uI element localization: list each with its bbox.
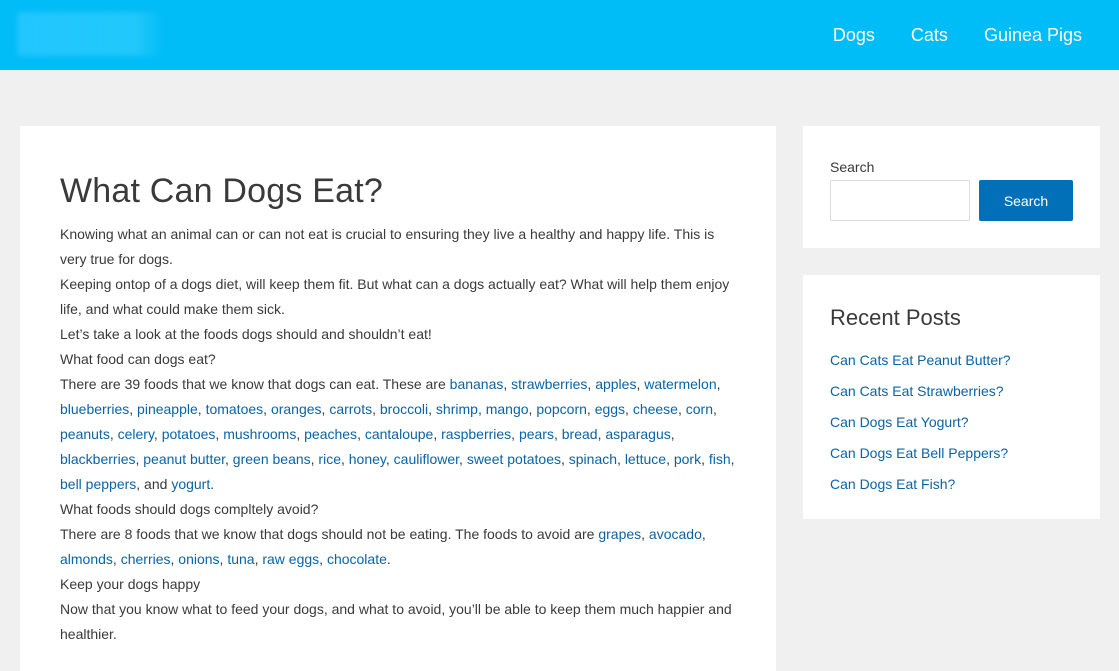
recent-post-link[interactable]: Can Cats Eat Peanut Butter? [830, 352, 1011, 368]
food-link[interactable]: sweet potatoes [467, 451, 561, 467]
food-link[interactable]: cantaloupe [365, 426, 434, 442]
intro-paragraph-3: Let’s take a look at the foods dogs shou… [60, 326, 432, 342]
can-eat-heading: What food can dogs eat? [60, 351, 216, 367]
recent-post-link[interactable]: Can Cats Eat Strawberries? [830, 383, 1004, 399]
food-link[interactable]: eggs [595, 401, 625, 417]
food-link[interactable]: bread [562, 426, 598, 442]
main-nav: Dogs Cats Guinea Pigs [797, 0, 1082, 70]
can-eat-food-links: bananas, strawberries, apples, watermelo… [60, 376, 735, 492]
avoid-intro: There are 8 foods that we know that dogs… [60, 526, 599, 542]
food-link[interactable]: bell peppers [60, 476, 136, 492]
intro-paragraph-1: Knowing what an animal can or can not ea… [60, 226, 715, 267]
article-card: What Can Dogs Eat? Knowing what an anima… [20, 126, 776, 671]
recent-posts-list: Can Cats Eat Peanut Butter? Can Cats Eat… [830, 345, 1073, 500]
site-header: Dogs Cats Guinea Pigs [0, 0, 1119, 70]
food-link[interactable]: broccoli [380, 401, 428, 417]
food-link[interactable]: green beans [233, 451, 311, 467]
search-widget: Search Search [803, 126, 1100, 248]
food-link[interactable]: honey [349, 451, 386, 467]
food-link[interactable]: oranges [271, 401, 322, 417]
food-link[interactable]: lettuce [625, 451, 666, 467]
search-button[interactable]: Search [979, 180, 1073, 221]
food-link[interactable]: asparagus [605, 426, 670, 442]
food-link[interactable]: spinach [569, 451, 617, 467]
food-link[interactable]: peanuts [60, 426, 110, 442]
outro-paragraph: Now that you know what to feed your dogs… [60, 601, 732, 642]
food-link[interactable]: avocado [649, 526, 702, 542]
food-link[interactable]: raw eggs [262, 551, 319, 567]
recent-post-link[interactable]: Can Dogs Eat Bell Peppers? [830, 445, 1008, 461]
article-title: What Can Dogs Eat? [60, 172, 383, 210]
can-eat-intro: There are 39 foods that we know that dog… [60, 376, 450, 392]
recent-post-link[interactable]: Can Dogs Eat Yogurt? [830, 414, 969, 430]
food-link[interactable]: mango [486, 401, 529, 417]
food-link[interactable]: pears [519, 426, 554, 442]
food-link[interactable]: pork [674, 451, 701, 467]
food-link[interactable]: raspberries [441, 426, 511, 442]
food-link[interactable]: carrots [329, 401, 372, 417]
food-link[interactable]: tomatoes [206, 401, 264, 417]
food-link[interactable]: pineapple [137, 401, 198, 417]
food-link[interactable]: cherries [121, 551, 171, 567]
recent-posts-title: Recent Posts [830, 305, 961, 330]
can-eat-paragraph: There are 39 foods that we know that dog… [60, 372, 740, 497]
food-link[interactable]: chocolate [327, 551, 387, 567]
avoid-heading: What foods should dogs compltely avoid? [60, 501, 319, 517]
food-link[interactable]: fish [709, 451, 731, 467]
food-link[interactable]: almonds [60, 551, 113, 567]
list-item: Can Dogs Eat Bell Peppers? [830, 438, 1073, 469]
food-link[interactable]: grapes [598, 526, 641, 542]
food-link[interactable]: blackberries [60, 451, 135, 467]
list-item: Can Dogs Eat Fish? [830, 469, 1073, 500]
food-link[interactable]: onions [178, 551, 219, 567]
food-link[interactable]: popcorn [536, 401, 587, 417]
list-item: Can Dogs Eat Yogurt? [830, 407, 1073, 438]
food-link[interactable]: celery [118, 426, 154, 442]
nav-item-dogs[interactable]: Dogs [833, 25, 875, 46]
food-link[interactable]: peaches [304, 426, 357, 442]
search-label: Search [830, 159, 875, 175]
recent-posts-widget: Recent Posts Can Cats Eat Peanut Butter?… [803, 275, 1100, 519]
nav-item-cats[interactable]: Cats [911, 25, 948, 46]
food-link[interactable]: corn [686, 401, 713, 417]
happy-heading: Keep your dogs happy [60, 576, 201, 592]
food-link[interactable]: apples [595, 376, 636, 392]
food-link[interactable]: bananas [450, 376, 504, 392]
food-link[interactable]: yogurt [171, 476, 210, 492]
food-link[interactable]: tuna [227, 551, 254, 567]
food-link[interactable]: cauliflower [394, 451, 459, 467]
food-link[interactable]: shrimp [436, 401, 478, 417]
site-logo[interactable] [17, 12, 165, 56]
food-link[interactable]: potatoes [162, 426, 216, 442]
food-link[interactable]: strawberries [511, 376, 587, 392]
food-link[interactable]: mushrooms [223, 426, 296, 442]
food-link[interactable]: peanut butter [143, 451, 225, 467]
search-input[interactable] [830, 180, 970, 221]
food-link[interactable]: rice [318, 451, 341, 467]
nav-item-guinea-pigs[interactable]: Guinea Pigs [984, 25, 1082, 46]
food-link[interactable]: blueberries [60, 401, 129, 417]
intro-paragraph-2: Keeping ontop of a dogs diet, will keep … [60, 276, 730, 317]
list-item: Can Cats Eat Strawberries? [830, 376, 1073, 407]
food-link[interactable]: cheese [633, 401, 678, 417]
recent-post-link[interactable]: Can Dogs Eat Fish? [830, 476, 955, 492]
avoid-paragraph: There are 8 foods that we know that dogs… [60, 522, 740, 572]
list-item: Can Cats Eat Peanut Butter? [830, 345, 1073, 376]
food-link[interactable]: watermelon [644, 376, 716, 392]
search-row: Search [830, 180, 1073, 221]
